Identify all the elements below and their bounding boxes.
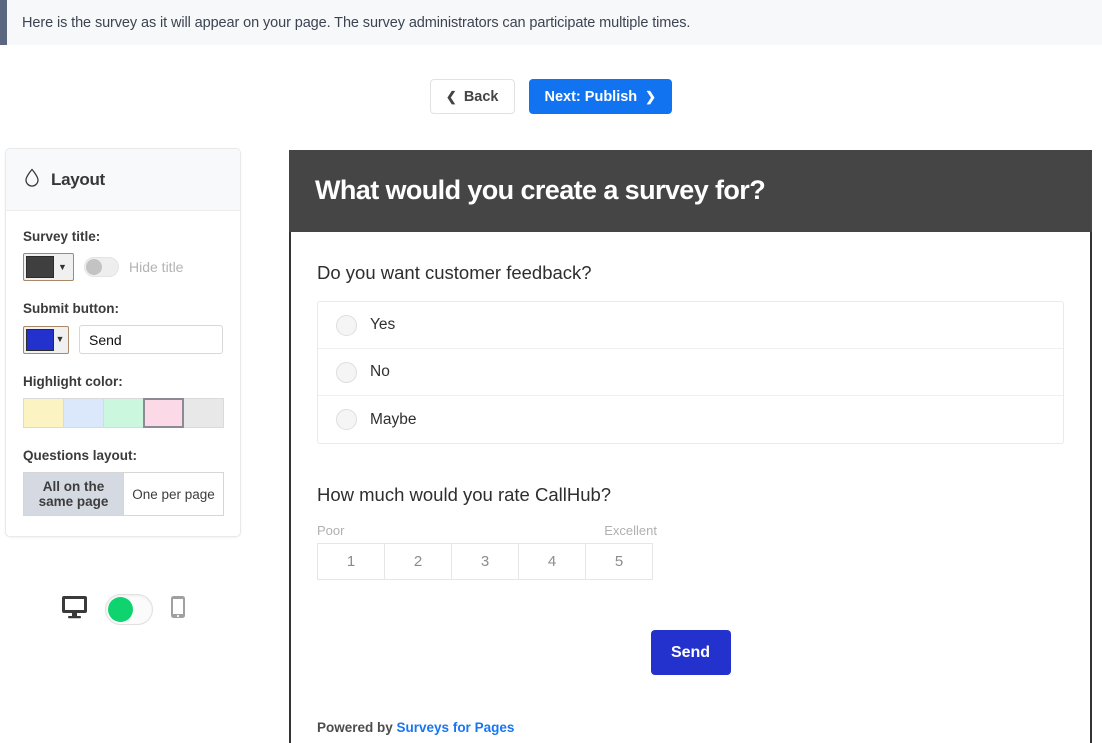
highlight-swatch-3[interactable] [143, 398, 184, 428]
powered-by: Powered by Surveys for Pages [317, 720, 1064, 735]
submit-button-color-swatch [26, 328, 54, 351]
highlight-color-label: Highlight color: [23, 374, 123, 389]
survey-preview-card: What would you create a survey for? Do y… [289, 150, 1092, 743]
survey-header: What would you create a survey for? [289, 150, 1092, 232]
question-1-text: Do you want customer feedback? [317, 262, 592, 283]
survey-title: What would you create a survey for? [315, 175, 766, 205]
question-1-options: Yes No Maybe [317, 301, 1064, 444]
question-2-text: How much would you rate CallHub? [317, 484, 612, 505]
droplet-icon [24, 168, 40, 192]
survey-preview-page: Here is the survey as it will appear on … [0, 0, 1102, 743]
device-toggle-switch[interactable] [104, 594, 153, 625]
hide-title-label: Hide title [129, 259, 184, 275]
powered-by-prefix: Powered by [317, 720, 397, 735]
questions-layout-segmented-control: All on the same page One per page [23, 472, 224, 516]
radio-button-icon[interactable] [336, 314, 357, 336]
wizard-navigation: ❮ Back Next: Publish ❯ [0, 79, 1102, 114]
scale-cell-3[interactable]: 3 [451, 543, 519, 580]
survey-title-controls: ▼ Hide title [23, 253, 223, 281]
answer-option-label: Yes [370, 316, 396, 333]
chevron-left-icon: ❮ [445, 89, 457, 104]
highlight-color-swatches [23, 398, 224, 428]
scale-endpoint-labels: Poor Excellent [317, 523, 657, 538]
mobile-phone-icon[interactable] [170, 595, 186, 624]
scale-cell-2[interactable]: 2 [384, 543, 452, 580]
survey-title-label: Survey title: [23, 229, 101, 244]
send-button-container: Send [317, 630, 1064, 675]
chevron-right-icon: ❯ [645, 89, 657, 104]
info-banner-text: Here is the survey as it will appear on … [22, 14, 691, 31]
layout-panel: Layout Survey title: ▼ Hide title Submit… [5, 148, 241, 537]
radio-button-icon[interactable] [336, 409, 357, 430]
questions-layout-label: Questions layout: [23, 448, 138, 463]
surveys-for-pages-link[interactable]: Surveys for Pages [397, 720, 515, 735]
submit-button-controls: ▼ [23, 325, 223, 354]
hide-title-toggle[interactable] [84, 257, 119, 277]
submit-button-label: Submit button: [23, 301, 119, 316]
layout-panel-body: Survey title: ▼ Hide title Submit button… [6, 211, 240, 536]
back-button[interactable]: ❮ Back [429, 79, 515, 114]
highlight-swatch-4[interactable] [183, 398, 224, 428]
next-publish-button-label: Next: Publish [544, 88, 638, 105]
answer-option-row[interactable]: No [318, 349, 1063, 396]
next-publish-button[interactable]: Next: Publish ❯ [528, 79, 673, 114]
scale-cell-4[interactable]: 4 [518, 543, 586, 580]
question-2-scale: 12345 [317, 543, 657, 580]
answer-option-label: No [370, 363, 390, 380]
scale-low-label: Poor [317, 523, 345, 538]
send-button[interactable]: Send [650, 630, 731, 675]
highlight-swatch-0[interactable] [23, 398, 64, 428]
device-preview-toggle [5, 594, 241, 625]
scale-cell-5[interactable]: 5 [585, 543, 653, 580]
submit-button-color-picker[interactable]: ▼ [23, 325, 69, 354]
answer-option-row[interactable]: Yes [318, 302, 1063, 349]
highlight-swatch-1[interactable] [63, 398, 104, 428]
radio-button-icon[interactable] [336, 361, 357, 383]
chevron-down-icon: ▼ [55, 334, 65, 344]
highlight-swatch-2[interactable] [103, 398, 144, 428]
survey-body: Do you want customer feedback? Yes No Mayb… [289, 232, 1092, 743]
answer-option-row[interactable]: Maybe [318, 396, 1063, 443]
answer-option-label: Maybe [370, 410, 417, 428]
desktop-monitor-icon[interactable] [61, 595, 88, 624]
scale-cell-1[interactable]: 1 [317, 543, 385, 580]
chevron-down-icon: ▼ [58, 261, 67, 272]
layout-panel-header: Layout [6, 149, 240, 211]
survey-title-color-swatch [26, 256, 54, 278]
submit-button-text-input[interactable] [79, 325, 223, 354]
questions-layout-option-1[interactable]: One per page [123, 472, 224, 516]
info-banner: Here is the survey as it will appear on … [0, 0, 1102, 45]
questions-layout-option-0[interactable]: All on the same page [23, 472, 124, 516]
layout-panel-title: Layout [51, 169, 105, 189]
back-button-label: Back [463, 88, 499, 105]
survey-title-color-picker[interactable]: ▼ [23, 253, 74, 281]
scale-high-label: Excellent [604, 523, 657, 538]
